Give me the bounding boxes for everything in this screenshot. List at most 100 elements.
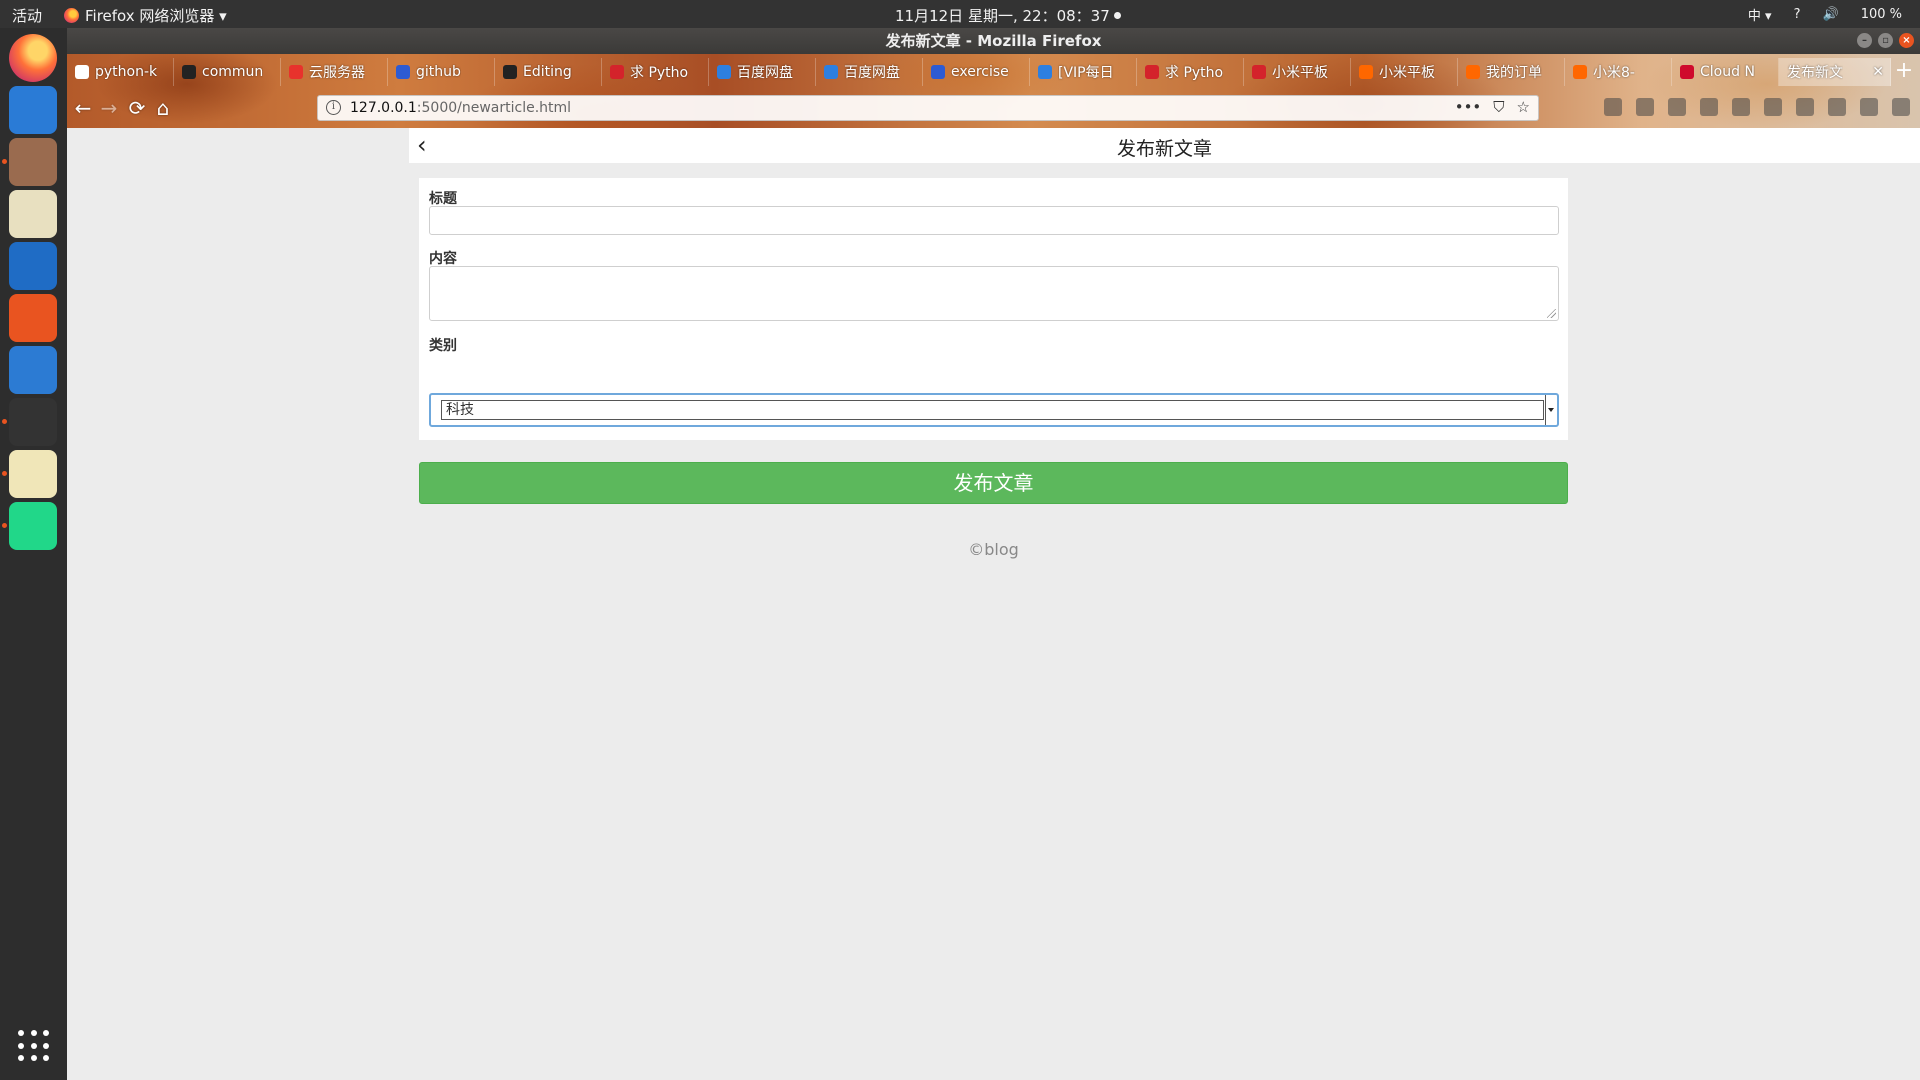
pocket-icon[interactable]: ⛉ — [1493, 98, 1504, 116]
site-info-icon[interactable]: i — [326, 100, 341, 115]
tab-label: Editing — [523, 64, 572, 80]
system-top-bar: 活动 Firefox 网络浏览器 ▾ 11月12日 星期一, 22：08：37 … — [0, 0, 1920, 28]
close-tab-icon[interactable]: ✕ — [1872, 64, 1884, 80]
tab-label: [VIP每日 — [1058, 65, 1114, 81]
tab-favicon-icon — [1038, 65, 1052, 79]
tab[interactable]: 云服务器 — [281, 58, 388, 86]
toolbar-extensions — [1604, 98, 1910, 116]
tab-favicon-icon — [1573, 65, 1587, 79]
tab-label: python-k — [95, 64, 158, 80]
tab[interactable]: 小米平板 — [1351, 58, 1458, 86]
browser-chrome: python-k commun 云服务器 github Editing 求 Pytho 百度… — [67, 54, 1920, 128]
tab[interactable]: exercise — [923, 58, 1030, 86]
footer-copyright: ©blog — [968, 540, 1019, 559]
tab[interactable]: 百度网盘 — [816, 58, 923, 86]
tab-label: commun — [202, 64, 264, 80]
tab-favicon-icon — [610, 65, 624, 79]
minimize-button[interactable]: – — [1857, 33, 1872, 48]
category-label: 类别 — [429, 338, 457, 354]
running-indicator — [2, 159, 7, 164]
new-tab-button[interactable]: + — [1891, 58, 1917, 86]
tab-label: 云服务器 — [309, 65, 365, 81]
tab[interactable]: Cloud N — [1672, 58, 1779, 86]
reload-icon[interactable]: ⟳ — [125, 96, 149, 120]
url-text[interactable]: 127.0.0.1:5000/newarticle.html — [350, 100, 571, 116]
clock[interactable]: 11月12日 星期一, 22：08：37 — [895, 5, 1121, 26]
activities-button[interactable]: 活动 — [12, 5, 42, 26]
app-menu[interactable]: Firefox 网络浏览器 ▾ — [64, 5, 227, 26]
tab-favicon-icon — [1466, 65, 1480, 79]
firefox-launcher-icon[interactable] — [9, 34, 57, 82]
tab[interactable]: 求 Pytho — [1137, 58, 1244, 86]
content-textarea[interactable] — [429, 266, 1559, 321]
back-arrow-icon[interactable]: ← — [71, 96, 95, 120]
tab[interactable]: [VIP每日 — [1030, 58, 1137, 86]
tab[interactable]: commun — [174, 58, 281, 86]
tab[interactable]: 百度网盘 — [709, 58, 816, 86]
battery-indicator[interactable]: 100 % — [1861, 7, 1902, 22]
system-tray[interactable]: 中 ▾ ? 🔊 100 % — [1748, 5, 1902, 24]
extension-icon[interactable] — [1764, 98, 1782, 116]
downloads-icon[interactable] — [1604, 98, 1622, 116]
tab-label: 小米平板 — [1379, 65, 1435, 81]
tab[interactable]: 小米平板 — [1244, 58, 1351, 86]
publish-article-button[interactable]: 发布文章 — [419, 462, 1568, 504]
tab[interactable]: Editing — [495, 58, 602, 86]
thunderbird-launcher-icon[interactable] — [9, 86, 57, 134]
extension-icon[interactable] — [1732, 98, 1750, 116]
chevron-down-icon[interactable] — [1545, 395, 1555, 425]
firefox-icon — [64, 8, 79, 23]
running-indicator — [2, 523, 7, 528]
maximize-button[interactable]: ▫ — [1878, 33, 1893, 48]
sidebar-icon[interactable] — [1668, 98, 1686, 116]
notification-dot — [1113, 12, 1121, 19]
menu-icon[interactable] — [1892, 98, 1910, 116]
title-input[interactable] — [429, 206, 1559, 235]
tab[interactable]: github — [388, 58, 495, 86]
url-path: :5000/newarticle.html — [416, 100, 572, 116]
forward-arrow-icon[interactable]: → — [97, 96, 121, 120]
cloud-icon[interactable] — [1828, 98, 1846, 116]
window-title: 发布新文章 - Mozilla Firefox — [885, 32, 1102, 50]
home-icon[interactable]: ⌂ — [151, 96, 175, 120]
article-form: 标题 内容 类别 科技 — [419, 178, 1568, 440]
text-editor-launcher-icon[interactable] — [9, 450, 57, 498]
input-method-indicator[interactable]: 中 ▾ — [1748, 5, 1772, 24]
extension-icon[interactable] — [1700, 98, 1718, 116]
mail-icon[interactable] — [1796, 98, 1814, 116]
files-launcher-icon[interactable] — [9, 138, 57, 186]
help-icon[interactable]: ? — [1794, 7, 1801, 22]
library-icon[interactable] — [1636, 98, 1654, 116]
resize-grip-icon[interactable] — [1547, 309, 1556, 318]
tab[interactable]: 求 Pytho — [602, 58, 709, 86]
running-indicator — [2, 471, 7, 476]
show-applications-button[interactable] — [18, 1030, 50, 1062]
tab-favicon-icon — [1680, 65, 1694, 79]
pycharm-launcher-icon[interactable] — [9, 502, 57, 550]
tab-label: 我的订单 — [1486, 65, 1542, 81]
help-launcher-icon[interactable] — [9, 346, 57, 394]
launcher-dock — [0, 28, 67, 1080]
tab-strip: python-k commun 云服务器 github Editing 求 Pytho 百度… — [67, 58, 1917, 88]
software-launcher-icon[interactable] — [9, 294, 57, 342]
tab-active[interactable]: 发布新文 ✕ — [1779, 58, 1891, 86]
tab-label: 百度网盘 — [737, 65, 793, 81]
tab[interactable]: python-k — [67, 58, 174, 86]
category-select[interactable]: 科技 — [429, 393, 1559, 427]
rhythmbox-launcher-icon[interactable] — [9, 190, 57, 238]
url-bar[interactable]: i 127.0.0.1:5000/newarticle.html ••• ⛉ ☆ — [317, 95, 1539, 121]
onenote-icon[interactable] — [1860, 98, 1878, 116]
volume-icon[interactable]: 🔊 — [1823, 7, 1839, 22]
tab[interactable]: 我的订单 — [1458, 58, 1565, 86]
page-actions-icon[interactable]: ••• — [1455, 98, 1482, 116]
window-title-bar: 发布新文章 - Mozilla Firefox – ▫ × — [67, 28, 1920, 54]
writer-launcher-icon[interactable] — [9, 242, 57, 290]
window-close-button[interactable]: × — [1899, 33, 1914, 48]
tab-favicon-icon — [717, 65, 731, 79]
terminal-launcher-icon[interactable] — [9, 398, 57, 446]
bookmark-star-icon[interactable]: ☆ — [1517, 98, 1530, 116]
tab-label: exercise — [951, 64, 1009, 80]
tab-label: github — [416, 64, 461, 80]
tab-label: 小米8- — [1593, 65, 1635, 81]
tab[interactable]: 小米8- — [1565, 58, 1672, 86]
